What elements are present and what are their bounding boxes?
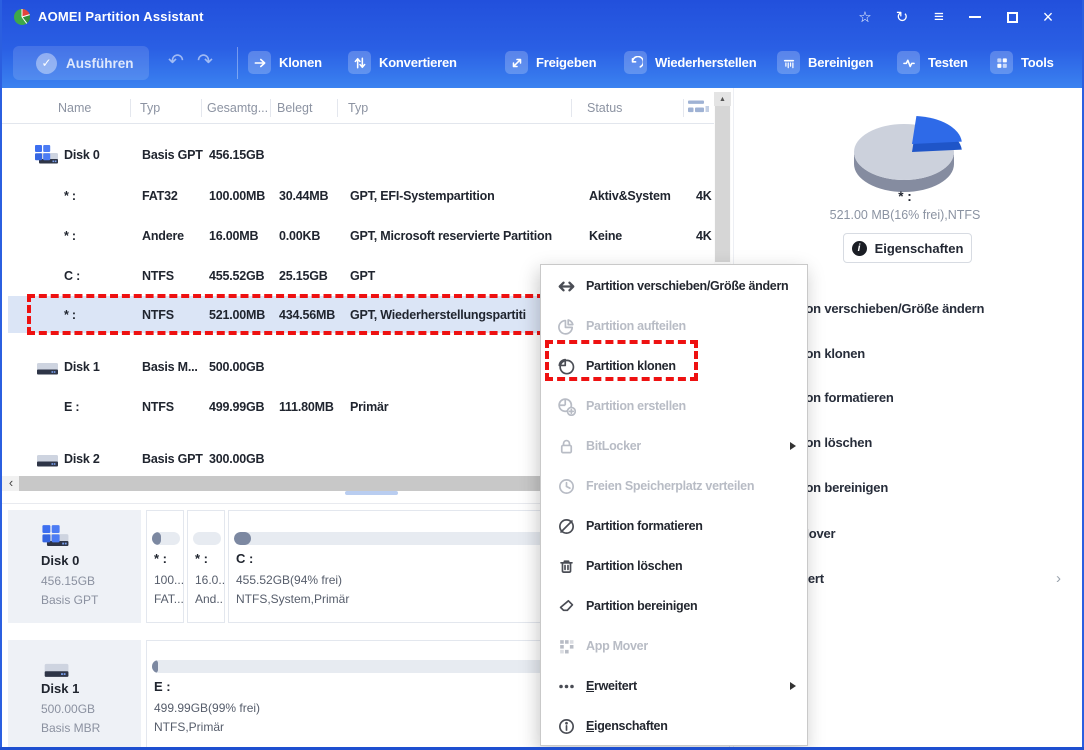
app-window: AOMEI Partition Assistant ☆ ↻ ≡ × ✓ Ausf… xyxy=(0,0,1084,750)
menu-item-allocate-free-space[interactable]: Freien Speicherplatz verteilen xyxy=(541,466,807,506)
panel-splitter-handle[interactable] xyxy=(345,491,398,495)
partition-block-msr[interactable]: * : 16.0... And... xyxy=(187,510,225,623)
maximize-button[interactable] xyxy=(1000,5,1024,29)
submenu-arrow-icon xyxy=(790,682,796,690)
header: AOMEI Partition Assistant ☆ ↻ ≡ × ✓ Ausf… xyxy=(0,0,1084,88)
toolbar-button-test[interactable]: Testen xyxy=(897,51,968,74)
submenu-arrow-icon xyxy=(790,442,796,450)
table-row-disk0[interactable]: Disk 0 Basis GPT 456.15GB xyxy=(2,138,714,172)
col-header-gesamt[interactable]: Gesamtg... xyxy=(207,101,268,115)
volume-label: * : xyxy=(898,189,912,204)
menu-item-create[interactable]: Partition erstellen xyxy=(541,386,807,426)
col-header-typ2[interactable]: Typ xyxy=(348,101,368,115)
pie-slash-icon xyxy=(556,516,576,536)
menu-item-format[interactable]: Partition formatieren xyxy=(541,506,807,546)
menu-item-app-mover[interactable]: App Mover xyxy=(541,626,807,666)
hamburger-menu-icon[interactable]: ≡ xyxy=(927,5,951,29)
context-menu: Partition verschieben/Größe ändern Parti… xyxy=(540,264,808,746)
col-header-name[interactable]: Name xyxy=(58,101,91,115)
volume-info: 521.00 MB(16% frei),NTFS xyxy=(829,208,981,222)
app-grid-icon xyxy=(556,636,576,656)
window-border xyxy=(0,0,2,750)
menu-item-advanced[interactable]: Erweitert xyxy=(541,666,807,706)
undo-icon[interactable]: ↶ xyxy=(168,50,184,73)
toolbar-button-restore[interactable]: Wiederherstellen xyxy=(624,51,757,74)
toolbar-button-convert[interactable]: Konvertieren xyxy=(348,51,457,74)
column-view-icon[interactable] xyxy=(687,99,711,116)
pie-plus-icon xyxy=(556,396,576,416)
share-diagonal-icon xyxy=(505,51,528,74)
menu-item-wipe[interactable]: Partition bereinigen xyxy=(541,586,807,626)
partition-block-efi[interactable]: * : 100.... FAT... xyxy=(146,510,184,623)
pie-split-icon xyxy=(556,316,576,336)
toolbar-button-clone[interactable]: Klonen xyxy=(248,51,322,74)
menu-item-properties[interactable]: Eigenschaften xyxy=(541,706,807,746)
disk-windows-icon xyxy=(41,524,71,550)
redo-icon[interactable]: ↷ xyxy=(197,50,213,73)
check-icon: ✓ xyxy=(36,52,57,74)
toolbar-divider xyxy=(237,47,238,79)
disk-icon xyxy=(34,356,60,379)
chevron-right-icon[interactable]: › xyxy=(1056,570,1061,587)
move-resize-icon xyxy=(556,276,576,296)
pulse-icon xyxy=(897,51,920,74)
convert-arrows-icon xyxy=(348,51,371,74)
info-icon: i xyxy=(851,240,867,256)
trash-icon xyxy=(556,556,576,576)
restore-arrow-icon xyxy=(624,51,647,74)
clone-arrow-icon xyxy=(248,51,271,74)
close-button[interactable]: × xyxy=(1036,5,1060,29)
selected-row-annotation-box xyxy=(27,294,545,335)
toolbar-button-share[interactable]: Freigeben xyxy=(505,51,597,74)
info-icon xyxy=(556,716,576,736)
col-header-status[interactable]: Status xyxy=(587,101,622,115)
disk-windows-icon xyxy=(34,144,60,167)
toolbar-button-tools[interactable]: Tools xyxy=(990,51,1054,74)
app-title: AOMEI Partition Assistant xyxy=(38,9,204,24)
titlebar: AOMEI Partition Assistant ☆ ↻ ≡ × xyxy=(0,0,1084,34)
lock-icon xyxy=(556,436,576,456)
horizontal-scrollbar-thumb[interactable] xyxy=(19,476,543,491)
star-icon[interactable]: ☆ xyxy=(853,5,877,29)
disk-icon xyxy=(34,448,60,471)
toolbar-button-clean[interactable]: Bereinigen xyxy=(777,51,873,74)
table-row-efi[interactable]: * : FAT32 100.00MB 30.44MB GPT, EFI-Syst… xyxy=(2,179,714,213)
scroll-up-icon[interactable]: ▲ xyxy=(714,92,731,106)
minimize-button[interactable] xyxy=(963,5,987,29)
disk1-card[interactable]: Disk 1 500.00GB Basis MBR xyxy=(8,640,141,748)
menu-item-delete[interactable]: Partition löschen xyxy=(541,546,807,586)
properties-button[interactable]: i Eigenschaften xyxy=(843,233,972,263)
refresh-icon[interactable]: ↻ xyxy=(890,5,914,29)
vertical-scrollbar-thumb[interactable] xyxy=(715,106,730,262)
disk0-card[interactable]: Disk 0 456.15GB Basis GPT xyxy=(8,510,141,623)
menu-item-move-resize[interactable]: Partition verschieben/Größe ändern xyxy=(541,266,807,306)
table-row-msr[interactable]: * : Andere 16.00MB 0.00KB GPT, Microsoft… xyxy=(2,219,714,253)
volume-usage-pie xyxy=(838,106,974,200)
grid-icon xyxy=(990,51,1013,74)
col-header-typ[interactable]: Typ xyxy=(140,101,160,115)
execute-button[interactable]: ✓ Ausführen xyxy=(13,46,149,80)
menu-item-bitlocker[interactable]: BitLocker xyxy=(541,426,807,466)
app-logo-icon xyxy=(14,8,31,25)
eraser-icon xyxy=(556,596,576,616)
shredder-icon xyxy=(777,51,800,74)
table-header[interactable]: Name Typ Gesamtg... Belegt Typ Status xyxy=(2,92,714,124)
scroll-left-icon[interactable]: ‹ xyxy=(4,476,18,491)
dots-icon xyxy=(556,676,576,696)
clock-icon xyxy=(556,476,576,496)
disk-icon xyxy=(41,656,71,682)
clone-menu-annotation-box xyxy=(545,340,698,381)
col-header-belegt[interactable]: Belegt xyxy=(277,101,312,115)
